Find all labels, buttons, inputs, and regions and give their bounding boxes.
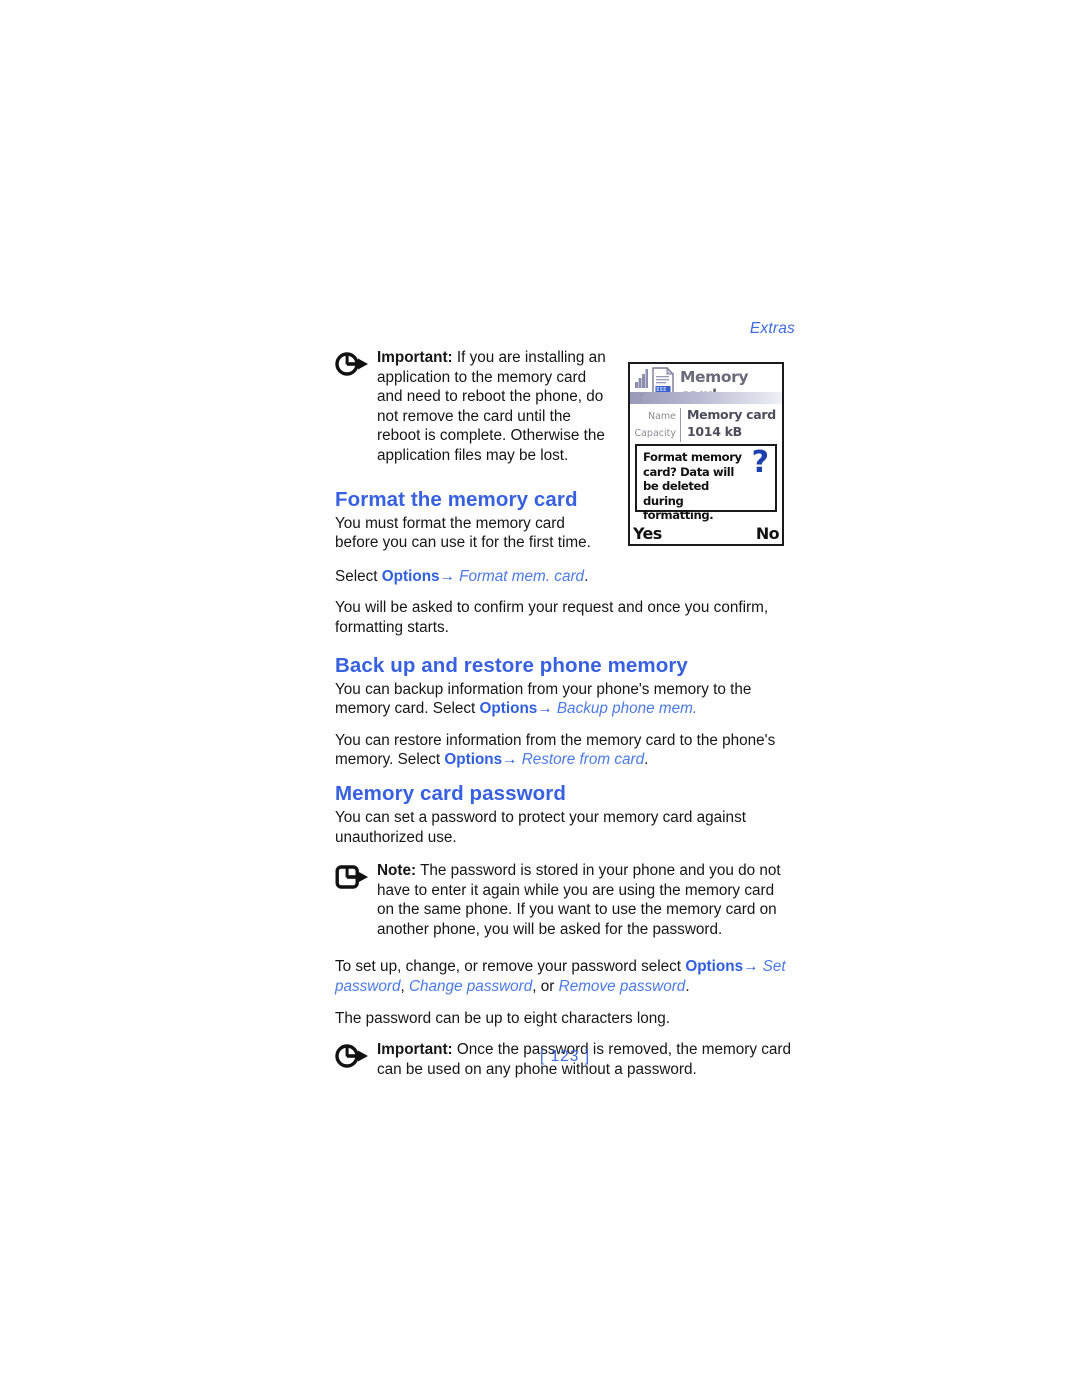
dialog-message: Format memory card? Data will be deleted…: [643, 450, 742, 523]
callout-note-password: Note: The password is stored in your pho…: [335, 861, 795, 939]
callout-lead: Important:: [377, 349, 453, 366]
phone-softkey-bar: Yes No: [630, 519, 782, 543]
text-suffix: .: [584, 567, 589, 585]
text-suffix: .: [685, 978, 690, 996]
detail-key: Name: [630, 408, 681, 425]
important-arrow-icon: [335, 351, 369, 377]
callout-body: The password is stored in your phone and…: [377, 862, 781, 938]
paragraph-format-select: Select Options→ Format mem. card.: [335, 567, 795, 587]
note-arrow-icon: [335, 864, 369, 890]
manual-page: Extras Important: If you are installing …: [0, 0, 1080, 1397]
paragraph-restore: You can restore information from the mem…: [335, 731, 795, 770]
signal-strength-icon: [635, 368, 649, 388]
paragraph-format-intro: You must format the memory card before y…: [335, 514, 591, 552]
heading-memory-card-password: Memory card password: [335, 781, 566, 805]
phone-title-underline-band: [630, 392, 782, 404]
arrow-glyph: →: [439, 567, 455, 585]
text-prefix: Select: [335, 567, 382, 585]
menu-item-remove-password: Remove password: [558, 978, 686, 996]
callout-lead: Note:: [377, 862, 417, 880]
arrow-glyph: →: [537, 700, 553, 718]
detail-value: 1014 kB: [687, 424, 742, 439]
callout-text: Important: If you are installing an appl…: [377, 348, 609, 466]
paragraph-password-length: The password can be up to eight characte…: [335, 1009, 671, 1027]
heading-backup-restore: Back up and restore phone memory: [335, 653, 688, 677]
callout-body: If you are installing an application to …: [377, 349, 606, 464]
menu-item-format-mem-card: Format mem. card: [454, 567, 585, 585]
ui-options-label: Options: [381, 567, 440, 585]
memory-card-document-icon: [652, 366, 675, 395]
ui-options-label: Options: [444, 751, 503, 769]
arrow-glyph: →: [743, 958, 759, 976]
text-suffix: .: [644, 751, 649, 769]
detail-row: Name Memory card: [630, 406, 782, 425]
arrow-glyph: →: [502, 751, 518, 769]
paragraph-password-commands: To set up, change, or remove your passwo…: [335, 957, 795, 996]
detail-value: Memory card: [687, 407, 776, 422]
antenna-icon: [635, 390, 646, 404]
ui-options-label: Options: [479, 700, 538, 718]
paragraph-password-intro: You can set a password to protect your m…: [335, 808, 746, 846]
paragraph-backup: You can backup information from your pho…: [335, 680, 795, 719]
paragraph-format-confirm: You will be asked to confirm your reques…: [335, 599, 769, 636]
text-prefix: To set up, change, or remove your passwo…: [335, 958, 686, 976]
confirm-format-dialog: Format memory card? Data will be deleted…: [635, 444, 777, 522]
question-mark-icon: ?: [751, 445, 769, 480]
callout-text: Note: The password is stored in your pho…: [377, 861, 795, 939]
page-number: [ 123 ]: [539, 1048, 591, 1065]
menu-item-restore-from-card: Restore from card: [517, 751, 645, 769]
menu-item-backup-phone-mem: Backup phone mem.: [552, 700, 698, 718]
phone-titlebar: Memory card: [630, 364, 782, 404]
text-separator: ,: [400, 978, 409, 996]
text-separator: , or: [532, 978, 559, 996]
detail-row: Capacity 1014 kB: [630, 423, 782, 442]
detail-key: Capacity: [630, 425, 681, 442]
menu-item-change-password: Change password: [408, 978, 533, 996]
softkey-no[interactable]: No: [756, 524, 780, 543]
running-head: Extras: [749, 320, 795, 337]
phone-detail-rows: Name Memory card Capacity 1014 kB: [630, 406, 782, 442]
ui-options-label: Options: [685, 958, 744, 976]
softkey-yes[interactable]: Yes: [633, 524, 662, 543]
phone-screen-figure: Memory card Name Memory card Capacity 10…: [628, 362, 784, 546]
